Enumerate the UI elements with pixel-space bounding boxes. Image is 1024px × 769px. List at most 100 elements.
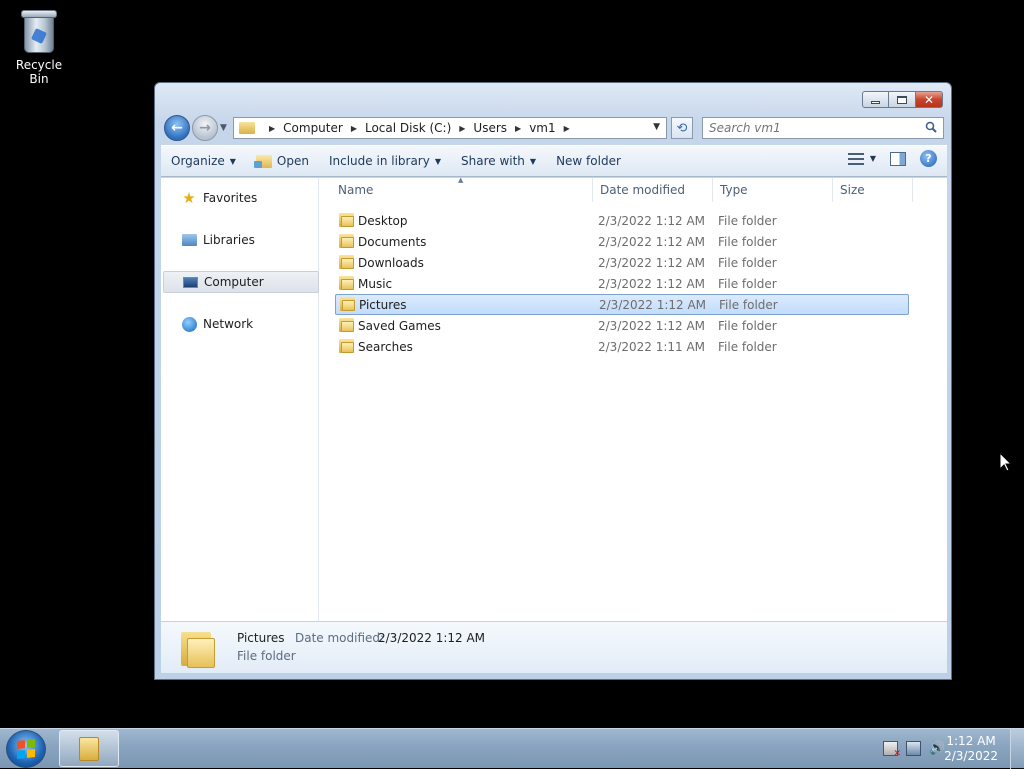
clock-date: 2/3/2022	[944, 749, 998, 763]
column-header-type[interactable]: Type	[713, 178, 833, 202]
breadcrumb-local-disk[interactable]: Local Disk (C:)	[365, 121, 451, 135]
file-list: Name ▲ Date modified Type Size Desktop 2…	[320, 176, 947, 621]
nav-item-label: Favorites	[203, 191, 258, 205]
mouse-cursor-icon	[1000, 453, 1012, 472]
breadcrumb-users[interactable]: Users	[473, 121, 507, 135]
file-row-documents[interactable]: Documents 2/3/2022 1:12 AM File folder	[335, 232, 909, 251]
maximize-icon	[897, 95, 907, 104]
details-item-name: Pictures	[237, 631, 285, 645]
file-type: File folder	[718, 234, 777, 249]
back-arrow-icon: ←	[171, 120, 183, 136]
address-bar[interactable]: ▶ Computer ▶ Local Disk (C:) ▶ Users ▶ v…	[233, 117, 667, 139]
file-type: File folder	[718, 318, 777, 333]
nav-item-libraries[interactable]: Libraries	[163, 229, 319, 251]
folder-icon	[339, 255, 354, 269]
command-bar: Organize ▼ Open Include in library ▼ Share…	[161, 145, 947, 177]
breadcrumb-separator-icon[interactable]: ▶	[269, 124, 275, 133]
large-folder-icon	[181, 628, 215, 668]
folder-icon	[339, 234, 354, 248]
recycle-bin-shortcut[interactable]: Recycle Bin	[8, 6, 70, 86]
maximize-button[interactable]	[889, 91, 916, 108]
volume-icon[interactable]: 🔊	[929, 741, 945, 756]
include-in-library-button[interactable]: Include in library ▼	[319, 149, 451, 173]
network-status-icon[interactable]	[906, 741, 921, 756]
start-button[interactable]	[6, 730, 46, 768]
new-folder-button[interactable]: New folder	[546, 149, 631, 173]
windows-logo-icon	[17, 739, 35, 759]
forward-button[interactable]: →	[192, 115, 218, 141]
breadcrumb-separator-icon[interactable]: ▶	[459, 124, 465, 133]
file-name: Pictures	[359, 297, 407, 312]
file-type: File folder	[718, 276, 777, 291]
file-name: Saved Games	[358, 318, 441, 333]
nav-item-computer[interactable]: Computer	[163, 271, 319, 293]
minimize-button[interactable]	[862, 91, 889, 108]
file-row-music[interactable]: Music 2/3/2022 1:12 AM File folder	[335, 274, 909, 293]
file-date: 2/3/2022 1:12 AM	[598, 234, 706, 249]
sort-ascending-icon: ▲	[458, 176, 464, 184]
file-type: File folder	[718, 213, 777, 228]
share-with-button[interactable]: Share with ▼	[451, 149, 546, 173]
search-input[interactable]	[709, 118, 919, 138]
recycle-bin-label: Recycle Bin	[15, 58, 63, 86]
refresh-button[interactable]: ⟲	[671, 117, 693, 139]
file-row-desktop[interactable]: Desktop 2/3/2022 1:12 AM File folder	[335, 211, 909, 230]
help-icon[interactable]: ?	[920, 150, 937, 167]
caption-buttons: ✕	[862, 91, 943, 108]
new-folder-label: New folder	[556, 154, 621, 168]
breadcrumb-separator-icon[interactable]: ▶	[351, 124, 357, 133]
search-folder-icon	[339, 339, 354, 353]
file-row-saved-games[interactable]: Saved Games 2/3/2022 1:12 AM File folder	[335, 316, 909, 335]
column-header-name[interactable]: Name ▲	[320, 176, 593, 202]
search-icon[interactable]	[925, 121, 937, 133]
chevron-down-icon: ▼	[229, 156, 236, 166]
network-icon	[181, 316, 197, 332]
open-button[interactable]: Open	[246, 149, 319, 173]
folder-icon	[79, 736, 99, 761]
file-name: Searches	[358, 339, 413, 354]
search-box[interactable]	[702, 117, 944, 139]
folder-icon	[239, 122, 255, 134]
chevron-down-icon: ▼	[434, 156, 441, 166]
file-date: 2/3/2022 1:12 AM	[599, 297, 707, 312]
taskbar: 🔊 1:12 AM 2/3/2022	[0, 728, 1024, 769]
action-center-icon[interactable]	[883, 741, 901, 759]
explorer-window: ✕ ← → ▼ ▶ Computer ▶ Local Disk (C:) ▶ U…	[154, 82, 952, 680]
column-header-size[interactable]: Size	[833, 178, 913, 202]
details-date-value: 2/3/2022 1:12 AM	[378, 631, 486, 645]
breadcrumb-separator-icon[interactable]: ▶	[564, 124, 570, 133]
nav-item-network[interactable]: Network	[163, 313, 319, 335]
file-row-downloads[interactable]: Downloads 2/3/2022 1:12 AM File folder	[335, 253, 909, 272]
computer-icon	[182, 274, 198, 290]
recent-pages-dropdown[interactable]: ▼	[220, 123, 227, 133]
show-desktop-button[interactable]	[1010, 729, 1024, 769]
taskbar-explorer-button[interactable]	[59, 730, 119, 767]
file-row-pictures[interactable]: Pictures 2/3/2022 1:12 AM File folder	[335, 294, 909, 315]
star-icon: ★	[182, 189, 196, 207]
file-type: File folder	[718, 339, 777, 354]
nav-item-favorites[interactable]: ★ Favorites	[163, 187, 319, 209]
share-with-label: Share with	[461, 154, 525, 168]
change-view-icon[interactable]	[847, 152, 864, 165]
breadcrumb-vm1[interactable]: vm1	[529, 121, 555, 135]
clock-time: 1:12 AM	[946, 734, 996, 748]
organize-button[interactable]: Organize ▼	[161, 149, 246, 173]
refresh-icon: ⟲	[676, 120, 688, 136]
file-date: 2/3/2022 1:12 AM	[598, 255, 706, 270]
breadcrumb-separator-icon[interactable]: ▶	[515, 124, 521, 133]
folder-icon	[340, 297, 355, 311]
breadcrumb-computer[interactable]: Computer	[283, 121, 343, 135]
preview-pane-icon[interactable]	[890, 151, 906, 166]
close-button[interactable]: ✕	[916, 91, 943, 108]
nav-item-label: Computer	[204, 275, 264, 289]
file-type: File folder	[718, 255, 777, 270]
file-row-searches[interactable]: Searches 2/3/2022 1:11 AM File folder	[335, 337, 909, 356]
file-date: 2/3/2022 1:12 AM	[598, 213, 706, 228]
system-clock[interactable]: 1:12 AM 2/3/2022	[944, 734, 998, 764]
column-header-date-modified[interactable]: Date modified	[593, 178, 713, 202]
back-button[interactable]: ←	[164, 115, 190, 141]
address-dropdown-icon[interactable]: ▼	[653, 122, 660, 132]
more-options-chevron-icon[interactable]: ▼	[870, 154, 876, 163]
file-date: 2/3/2022 1:12 AM	[598, 276, 706, 291]
folder-icon	[339, 276, 354, 290]
